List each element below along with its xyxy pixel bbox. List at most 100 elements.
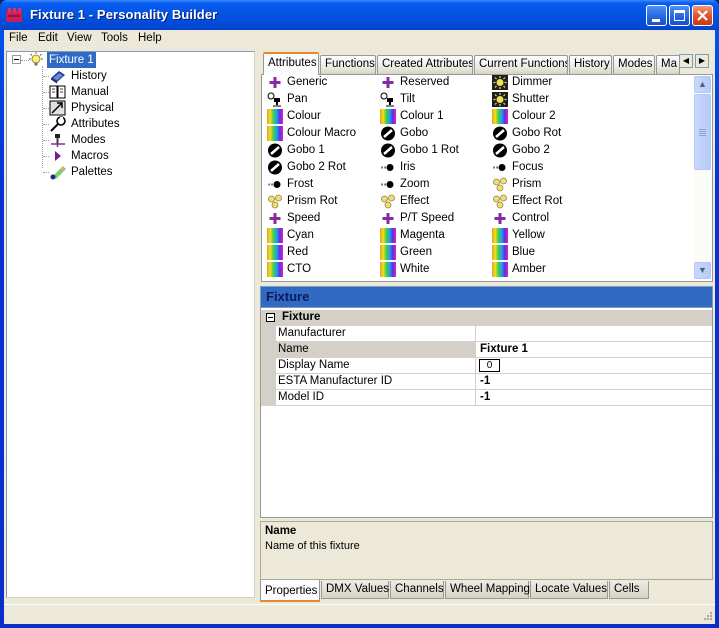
attribute-label: Yellow (512, 229, 545, 241)
scroll-thumb[interactable] (694, 94, 711, 170)
app-icon (6, 8, 22, 22)
plus-icon (494, 213, 506, 224)
property-value[interactable]: -1 (480, 374, 490, 389)
colour-spectrum-icon (267, 126, 283, 141)
scroll-down-button[interactable]: ▼ (694, 262, 711, 279)
macro-play-icon (55, 151, 61, 161)
property-panel-header: Fixture (260, 286, 713, 308)
attribute-label: Gobo 1 Rot (400, 144, 459, 156)
tree-node-label: Fixture 1 (47, 52, 96, 68)
attribute-label: Amber (512, 263, 546, 275)
attribute-label: Gobo Rot (512, 127, 562, 139)
attribute-list[interactable]: ▲ ▼ Generic Pan Colour Colour Macro Gobo 1 Go… (261, 74, 713, 282)
attribute-label: Control (512, 212, 550, 224)
physical-icon (49, 100, 66, 116)
menu-edit[interactable]: Edit (38, 32, 58, 44)
tab-created-attributes[interactable]: Created Attributes (377, 55, 473, 74)
colour-spectrum-icon (492, 245, 508, 260)
grip-line (699, 135, 706, 136)
tab-cells[interactable]: Cells (609, 581, 649, 599)
help-description: Name of this fixture (265, 540, 360, 552)
tree-node-label: Manual (71, 86, 109, 98)
manual-book-icon (49, 85, 66, 99)
colour-spectrum-icon (267, 245, 283, 260)
tab-scroll-right-button[interactable]: ▶ (695, 54, 709, 68)
close-icon (697, 10, 708, 21)
tab-current-functions[interactable]: Current Functions (474, 55, 568, 74)
menu-file[interactable]: File (9, 32, 28, 44)
property-value[interactable]: Fixture 1 (480, 342, 528, 357)
tab-macros-truncated[interactable]: Ma (656, 55, 680, 74)
menu-help[interactable]: Help (138, 32, 162, 44)
colour-spectrum-icon (492, 228, 508, 243)
prism-icon (493, 177, 507, 192)
tab-functions[interactable]: Functions (320, 55, 376, 74)
property-row-model-id[interactable]: Model ID -1 (261, 390, 712, 406)
beam-icon (493, 164, 506, 171)
tab-wheel-mapping[interactable]: Wheel Mapping (445, 581, 530, 599)
history-icon (51, 71, 65, 84)
property-value-field[interactable]: 0 (479, 359, 500, 372)
attribute-label: Blue (512, 246, 536, 258)
close-button[interactable] (692, 5, 713, 26)
property-category: Fixture (261, 310, 712, 326)
attribute-label: Speed (287, 212, 321, 224)
tree-node-label: Attributes (71, 118, 120, 130)
prism-icon (381, 194, 395, 209)
menu-tools[interactable]: Tools (101, 32, 128, 44)
tab-channels[interactable]: Channels (390, 581, 444, 599)
property-grid[interactable]: Fixture Manufacturer Name Fixture 1 Disp… (260, 308, 713, 518)
gobo-icon (268, 143, 282, 158)
attribute-list-scrollbar[interactable]: ▲ ▼ (694, 76, 711, 280)
colour-spectrum-icon (267, 109, 283, 124)
property-panel-title: Fixture (266, 289, 310, 304)
tree-collapse-toggle[interactable] (12, 55, 21, 64)
property-row-display-name[interactable]: Display Name 0 (261, 358, 712, 374)
tab-attributes[interactable]: Attributes (263, 52, 319, 75)
tab-scroll-left-button[interactable]: ◀ (679, 54, 693, 68)
chevron-down-icon: ▼ (698, 265, 707, 275)
attribute-label: Reserved (400, 76, 450, 88)
title-bar[interactable]: Fixture 1 - Personality Builder (0, 0, 719, 30)
attribute-label: Red (287, 246, 309, 258)
property-row-name[interactable]: Name Fixture 1 (261, 342, 712, 358)
grip-line (699, 129, 706, 130)
menu-bar: File Edit View Tools Help (4, 30, 715, 49)
tab-history[interactable]: History (569, 55, 612, 74)
attribute-label: Generic (287, 76, 328, 88)
row-gutter (261, 342, 276, 358)
property-key: ESTA Manufacturer ID (276, 374, 476, 389)
wrench-icon (50, 116, 66, 132)
gobo-icon (381, 143, 395, 158)
tab-locate-values[interactable]: Locate Values (530, 581, 608, 599)
attribute-label: Colour 1 (400, 110, 444, 122)
property-row-esta-manufacturer-id[interactable]: ESTA Manufacturer ID -1 (261, 374, 712, 390)
property-help-box: Name Name of this fixture (260, 521, 713, 580)
beam-icon (381, 181, 394, 188)
gobo-icon (268, 160, 282, 175)
attribute-label: Zoom (400, 178, 430, 190)
category-collapse-toggle[interactable] (266, 313, 275, 322)
help-title: Name (265, 525, 297, 537)
arrow-right-icon: ▶ (698, 56, 706, 65)
tab-dmx-values[interactable]: DMX Values (321, 581, 389, 599)
scroll-up-button[interactable]: ▲ (694, 76, 711, 93)
property-value[interactable]: -1 (480, 390, 490, 405)
fixture-tree[interactable]: Fixture 1 History Manual Physical Attrib… (6, 51, 255, 598)
menu-view[interactable]: View (67, 32, 92, 44)
tab-properties[interactable]: Properties (260, 580, 320, 602)
plus-icon (382, 213, 394, 224)
tree-node-label: Physical (71, 102, 114, 114)
sun-dimmer-icon (492, 75, 508, 90)
minimize-button[interactable] (646, 5, 667, 26)
attribute-label: Focus (512, 161, 544, 173)
pan-tilt-icon (380, 92, 394, 107)
tree-node-label: Macros (71, 150, 109, 162)
maximize-button[interactable] (669, 5, 690, 26)
attribute-label: CTO (287, 263, 312, 275)
tab-modes[interactable]: Modes (613, 55, 655, 74)
property-row-manufacturer[interactable]: Manufacturer (261, 326, 712, 342)
category-label: Fixture (282, 311, 321, 323)
row-gutter (261, 390, 276, 406)
resize-grip-icon[interactable] (701, 609, 713, 621)
